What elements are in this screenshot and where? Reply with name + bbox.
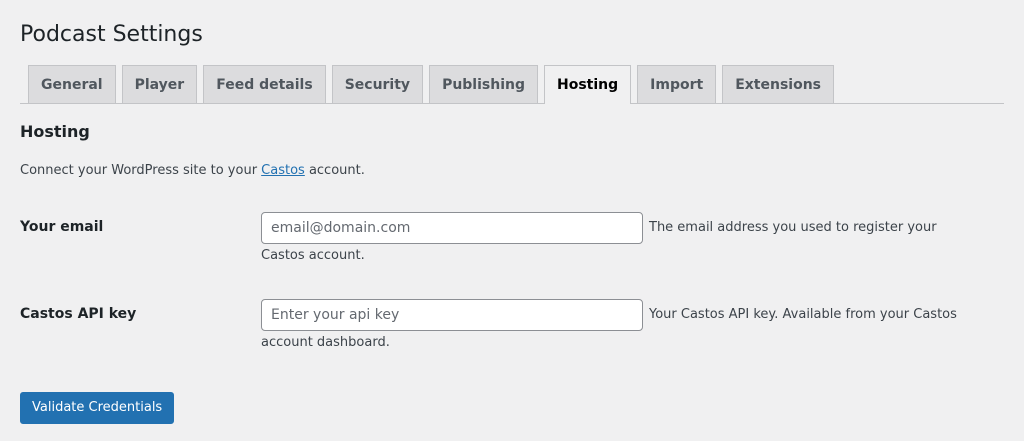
page-title: Podcast Settings bbox=[20, 22, 203, 47]
api-key-label: Castos API key bbox=[20, 306, 137, 322]
tab-player[interactable]: Player bbox=[121, 65, 198, 103]
intro-text-before: Connect your WordPress site to your bbox=[20, 163, 262, 178]
tab-extensions[interactable]: Extensions bbox=[722, 65, 835, 103]
tab-import[interactable]: Import bbox=[637, 65, 717, 103]
settings-tabs: General Player Feed details Security Pub… bbox=[20, 65, 1004, 104]
section-title: Hosting bbox=[20, 122, 90, 141]
tab-security[interactable]: Security bbox=[331, 65, 424, 103]
intro-text-after: account. bbox=[304, 163, 365, 178]
tab-hosting[interactable]: Hosting bbox=[544, 65, 632, 104]
settings-page: Podcast Settings General Player Feed det… bbox=[0, 0, 1024, 441]
email-label: Your email bbox=[20, 219, 104, 235]
validate-credentials-button[interactable]: Validate Credentials bbox=[20, 392, 175, 424]
email-description: The email address you used to register y… bbox=[261, 220, 937, 263]
tab-publishing[interactable]: Publishing bbox=[429, 65, 538, 103]
tab-general[interactable]: General bbox=[28, 65, 116, 103]
castos-link[interactable]: Castos bbox=[261, 163, 305, 178]
tab-feed-details[interactable]: Feed details bbox=[203, 65, 326, 103]
intro-text: Connect your WordPress site to your Cast… bbox=[20, 161, 365, 181]
api-key-description: Your Castos API key. Available from your… bbox=[261, 307, 957, 350]
